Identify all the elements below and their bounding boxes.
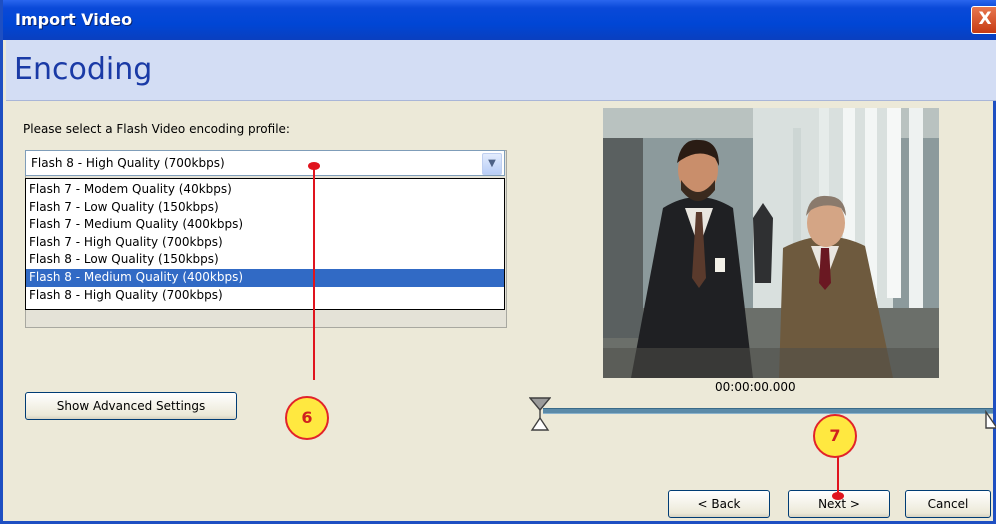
callout-leader-dot (308, 162, 320, 170)
callout-leader-line (313, 166, 315, 380)
selected-profile-value: Flash 8 - High Quality (700kbps) (31, 156, 225, 170)
callout-leader-dot (832, 492, 844, 500)
back-button[interactable]: < Back (668, 490, 770, 518)
profile-option-highlighted[interactable]: Flash 8 - Medium Quality (400kbps) (26, 268, 504, 287)
step-callout-7: 7 (813, 414, 857, 458)
window-title: Import Video (15, 10, 133, 29)
cancel-button[interactable]: Cancel (905, 490, 991, 518)
header-band: Encoding (6, 40, 996, 101)
title-bar[interactable]: Import Video (3, 0, 996, 40)
profile-option[interactable]: Flash 7 - Low Quality (150kbps) (26, 199, 504, 217)
profile-option[interactable]: Flash 7 - High Quality (700kbps) (26, 234, 504, 252)
timecode-display: 00:00:00.000 (715, 380, 796, 394)
profile-option[interactable]: Flash 8 - High Quality (700kbps) (26, 287, 504, 305)
profile-option[interactable]: Flash 8 - Low Quality (150kbps) (26, 251, 504, 269)
video-preview (603, 108, 939, 378)
encoding-profile-dropdown[interactable]: Flash 8 - High Quality (700kbps) ▼ (25, 150, 505, 176)
profile-option[interactable]: Flash 7 - Modem Quality (40kbps) (26, 181, 504, 199)
profile-option[interactable]: Flash 7 - Medium Quality (400kbps) (26, 216, 504, 234)
step-callout-6: 6 (285, 396, 329, 440)
page-title: Encoding (14, 52, 153, 87)
in-point-handle[interactable] (529, 396, 551, 432)
callout-leader-line (837, 454, 839, 496)
close-button[interactable]: X (971, 6, 996, 34)
profile-options-list[interactable]: Flash 7 - Modem Quality (40kbps) Flash 7… (25, 178, 505, 310)
import-video-dialog: Import Video X Encoding Please select a … (0, 0, 996, 524)
out-point-handle[interactable] (983, 410, 996, 434)
scrub-track[interactable] (543, 408, 993, 414)
video-preview-frame (603, 108, 939, 378)
show-advanced-settings-button[interactable]: Show Advanced Settings (25, 392, 237, 420)
profile-prompt-label: Please select a Flash Video encoding pro… (23, 122, 290, 136)
chevron-down-icon[interactable]: ▼ (482, 153, 502, 175)
